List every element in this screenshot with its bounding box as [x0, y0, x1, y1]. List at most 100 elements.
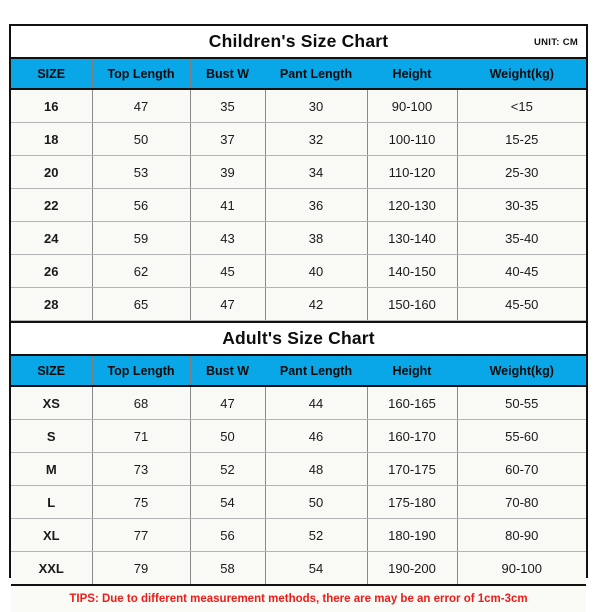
cell-height: 190-200 — [367, 551, 458, 584]
cell-height: 160-170 — [367, 419, 458, 453]
cell-size: XS — [11, 386, 93, 420]
cell-weight: <15 — [457, 89, 587, 123]
col-header-top-length: Top Length — [92, 355, 191, 387]
table-row: S 71 50 46 160-170 55-60 — [11, 419, 587, 453]
cell-size: 16 — [11, 89, 93, 123]
cell-top-length: 68 — [92, 386, 191, 420]
cell-height: 150-160 — [367, 287, 458, 321]
cell-top-length: 73 — [92, 452, 191, 486]
adult-title-cell: Adult's Size Chart — [11, 323, 587, 356]
children-title-row: Children's Size Chart UNIT: CM — [11, 26, 587, 59]
table-row: 22 56 41 36 120-130 30-35 — [11, 188, 587, 222]
table-row: M 73 52 48 170-175 60-70 — [11, 452, 587, 486]
cell-bust-w: 43 — [190, 221, 266, 255]
adult-chart-title: Adult's Size Chart — [222, 328, 375, 348]
cell-bust-w: 56 — [190, 518, 266, 552]
cell-weight: 30-35 — [457, 188, 587, 222]
unit-label: UNIT: CM — [533, 37, 579, 48]
cell-pant-length: 44 — [265, 386, 368, 420]
tips-text: TIPS: Due to different measurement metho… — [69, 593, 528, 605]
cell-pant-length: 42 — [265, 287, 368, 321]
cell-height: 130-140 — [367, 221, 458, 255]
col-header-pant-length: Pant Length — [265, 355, 368, 387]
cell-size: M — [11, 452, 93, 486]
cell-weight: 90-100 — [457, 551, 587, 584]
cell-height: 170-175 — [367, 452, 458, 486]
cell-top-length: 71 — [92, 419, 191, 453]
cell-top-length: 47 — [92, 89, 191, 123]
col-header-weight: Weight(kg) — [457, 355, 587, 387]
cell-weight: 55-60 — [457, 419, 587, 453]
cell-bust-w: 47 — [190, 386, 266, 420]
cell-weight: 45-50 — [457, 287, 587, 321]
cell-height: 140-150 — [367, 254, 458, 288]
cell-pant-length: 30 — [265, 89, 368, 123]
cell-size: 26 — [11, 254, 93, 288]
children-chart-title: Children's Size Chart — [208, 31, 389, 51]
children-title-cell: Children's Size Chart UNIT: CM — [11, 26, 587, 59]
cell-weight: 35-40 — [457, 221, 587, 255]
cell-pant-length: 36 — [265, 188, 368, 222]
cell-weight: 40-45 — [457, 254, 587, 288]
cell-weight: 60-70 — [457, 452, 587, 486]
col-header-bust-w: Bust W — [190, 355, 266, 387]
table-row: 28 65 47 42 150-160 45-50 — [11, 287, 587, 321]
table-row: XL 77 56 52 180-190 80-90 — [11, 518, 587, 552]
cell-top-length: 62 — [92, 254, 191, 288]
cell-bust-w: 45 — [190, 254, 266, 288]
cell-weight: 50-55 — [457, 386, 587, 420]
cell-bust-w: 35 — [190, 89, 266, 123]
cell-bust-w: 47 — [190, 287, 266, 321]
cell-pant-length: 46 — [265, 419, 368, 453]
table-row: 18 50 37 32 100-110 15-25 — [11, 122, 587, 156]
cell-height: 175-180 — [367, 485, 458, 519]
cell-pant-length: 48 — [265, 452, 368, 486]
cell-weight: 15-25 — [457, 122, 587, 156]
cell-size: L — [11, 485, 93, 519]
cell-size: XXL — [11, 551, 93, 584]
cell-size: 24 — [11, 221, 93, 255]
table-row: 26 62 45 40 140-150 40-45 — [11, 254, 587, 288]
cell-height: 90-100 — [367, 89, 458, 123]
cell-size: 22 — [11, 188, 93, 222]
cell-bust-w: 54 — [190, 485, 266, 519]
children-size-table: Children's Size Chart UNIT: CM SIZE Top … — [11, 26, 587, 323]
cell-top-length: 59 — [92, 221, 191, 255]
cell-height: 100-110 — [367, 122, 458, 156]
cell-size: XL — [11, 518, 93, 552]
cell-height: 160-165 — [367, 386, 458, 420]
cell-pant-length: 52 — [265, 518, 368, 552]
size-chart-sheet: Children's Size Chart UNIT: CM SIZE Top … — [9, 24, 588, 612]
cell-weight: 70-80 — [457, 485, 587, 519]
cell-pant-length: 50 — [265, 485, 368, 519]
cell-weight: 80-90 — [457, 518, 587, 552]
cell-size: 20 — [11, 155, 93, 189]
col-header-bust-w: Bust W — [190, 58, 266, 90]
col-header-size: SIZE — [11, 58, 93, 90]
table-row: L 75 54 50 175-180 70-80 — [11, 485, 587, 519]
cell-bust-w: 52 — [190, 452, 266, 486]
cell-top-length: 77 — [92, 518, 191, 552]
cell-pant-length: 38 — [265, 221, 368, 255]
table-row: 24 59 43 38 130-140 35-40 — [11, 221, 587, 255]
cell-top-length: 50 — [92, 122, 191, 156]
cell-top-length: 56 — [92, 188, 191, 222]
cell-bust-w: 41 — [190, 188, 266, 222]
col-header-pant-length: Pant Length — [265, 58, 368, 90]
col-header-height: Height — [367, 355, 458, 387]
table-row: XS 68 47 44 160-165 50-55 — [11, 386, 587, 420]
table-row: XXL 79 58 54 190-200 90-100 — [11, 551, 587, 584]
col-header-top-length: Top Length — [92, 58, 191, 90]
adult-size-table: Adult's Size Chart SIZE Top Length Bust … — [11, 323, 587, 584]
table-row: 16 47 35 30 90-100 <15 — [11, 89, 587, 123]
cell-pant-length: 34 — [265, 155, 368, 189]
cell-pant-length: 40 — [265, 254, 368, 288]
cell-bust-w: 50 — [190, 419, 266, 453]
cell-bust-w: 39 — [190, 155, 266, 189]
cell-top-length: 65 — [92, 287, 191, 321]
cell-size: 28 — [11, 287, 93, 321]
cell-height: 110-120 — [367, 155, 458, 189]
cell-top-length: 79 — [92, 551, 191, 584]
tips-footer: TIPS: Due to different measurement metho… — [11, 584, 586, 612]
cell-height: 180-190 — [367, 518, 458, 552]
